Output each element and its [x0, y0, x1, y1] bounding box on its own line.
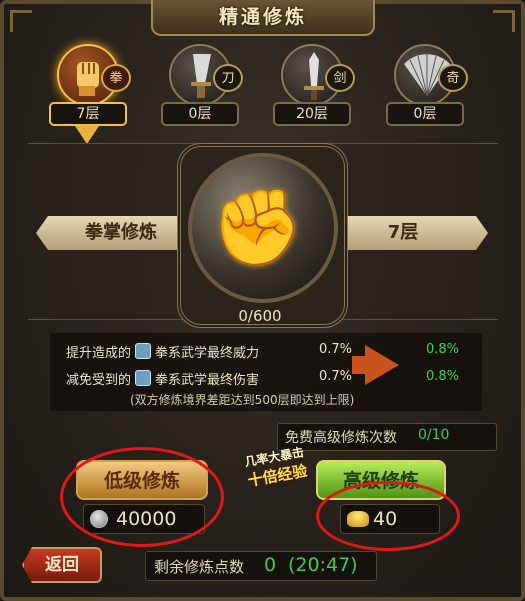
limit-note: (双方修炼境界差距达到500层即达到上限)	[130, 393, 355, 407]
recovery-timer: (20:47)	[288, 554, 358, 576]
tab-sword[interactable]: 剑 20层	[273, 44, 359, 128]
selected-tab-arrow	[75, 126, 99, 144]
training-progress: 0/600	[238, 307, 282, 325]
stat-before: 0.7%	[319, 369, 353, 384]
tab-badge: 剑	[325, 64, 355, 92]
fist-emblem-icon: ✊	[211, 185, 305, 271]
panel-title: 精通修炼	[218, 6, 307, 28]
upgrade-arrow-head	[365, 345, 399, 385]
stat-before: 0.7%	[319, 342, 353, 357]
tab-level: 0层	[386, 102, 464, 126]
tab-level: 7层	[49, 102, 127, 126]
annotation-circle-low	[60, 447, 224, 547]
tab-broadsword[interactable]: 刀 0层	[161, 44, 247, 128]
stat-label: 提升造成的	[66, 346, 132, 361]
tab-fist[interactable]: 拳 7层	[49, 44, 135, 144]
stat-after: 0.8%	[426, 369, 460, 384]
tab-badge: 拳	[101, 64, 131, 92]
stat-row-defense: 减免受到的 拳系武学最终伤害	[66, 369, 259, 388]
shield-icon	[135, 343, 152, 359]
corner-ornament	[10, 10, 32, 32]
back-button[interactable]: 返回	[22, 547, 102, 583]
title-plate: 精通修炼	[151, 0, 375, 36]
tab-level: 0层	[161, 102, 239, 126]
tab-level: 20层	[273, 102, 351, 126]
annotation-circle-high	[316, 481, 460, 551]
stat-attr: 拳系武学最终伤害	[155, 373, 260, 388]
remaining-points: 0	[264, 554, 277, 576]
stat-attr: 拳系武学最终威力	[155, 346, 260, 361]
stat-row-damage: 提升造成的 拳系武学最终威力	[66, 342, 259, 361]
corner-ornament	[493, 10, 515, 32]
shield-icon	[135, 370, 152, 386]
remaining-label: 剩余修炼点数	[154, 558, 245, 576]
stat-after: 0.8%	[426, 342, 460, 357]
remaining-points-box: 剩余修炼点数 0 (20:47)	[145, 551, 377, 581]
tab-badge: 刀	[213, 64, 243, 92]
tab-fan[interactable]: 奇 0层	[386, 44, 472, 128]
stat-label: 减免受到的	[66, 373, 132, 388]
free-count-value: 0/10	[418, 427, 450, 443]
tab-badge: 奇	[438, 64, 468, 92]
